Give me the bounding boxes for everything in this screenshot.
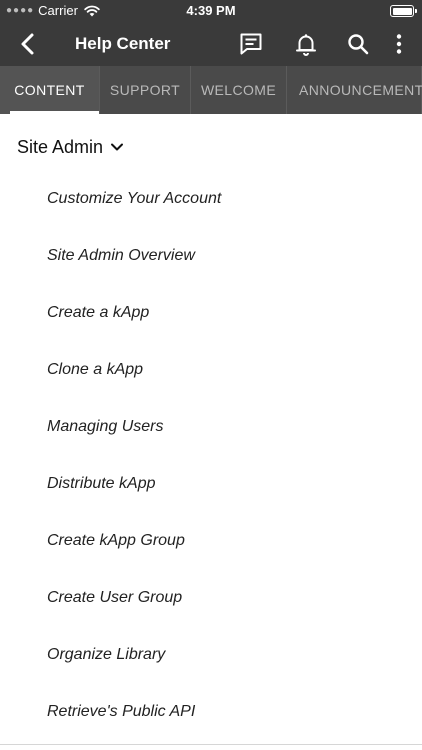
- list-item[interactable]: Distribute kApp: [0, 455, 422, 512]
- back-chevron-icon[interactable]: [14, 30, 42, 58]
- tab-support[interactable]: SUPPORT: [100, 66, 191, 114]
- message-icon[interactable]: [238, 31, 264, 57]
- list-item[interactable]: Create kApp Group: [0, 512, 422, 569]
- tab-announcements[interactable]: ANNOUNCEMENTS: [287, 66, 422, 114]
- battery-icon: [390, 5, 417, 17]
- chevron-down-icon: [111, 143, 124, 151]
- section-title: Site Admin: [17, 136, 104, 157]
- list-item[interactable]: Create a kApp: [0, 284, 422, 341]
- article-list: Customize Your Account Site Admin Overvi…: [0, 170, 422, 740]
- list-item[interactable]: Retrieve's Public API: [0, 683, 422, 740]
- list-item[interactable]: Managing Users: [0, 398, 422, 455]
- nav-bar: Help Center: [0, 22, 422, 66]
- list-item[interactable]: Customize Your Account: [0, 170, 422, 227]
- tab-welcome[interactable]: WELCOME: [191, 66, 287, 114]
- list-item[interactable]: Site Admin Overview: [0, 227, 422, 284]
- page-title: Help Center: [75, 34, 171, 53]
- list-item[interactable]: Organize Library: [0, 626, 422, 683]
- list-item[interactable]: Clone a kApp: [0, 341, 422, 398]
- search-icon[interactable]: [345, 31, 371, 57]
- status-bar: ●●●● Carrier 4:39 PM: [0, 0, 422, 22]
- divider: [0, 744, 422, 745]
- list-item[interactable]: Create User Group: [0, 569, 422, 626]
- more-vertical-icon[interactable]: [386, 31, 412, 57]
- tab-content[interactable]: CONTENT: [0, 66, 100, 114]
- section-header[interactable]: Site Admin: [17, 134, 125, 160]
- status-time: 4:39 PM: [186, 3, 236, 18]
- bell-icon[interactable]: [293, 31, 319, 57]
- tab-bar: CONTENT SUPPORT WELCOME ANNOUNCEMENTS: [0, 66, 422, 114]
